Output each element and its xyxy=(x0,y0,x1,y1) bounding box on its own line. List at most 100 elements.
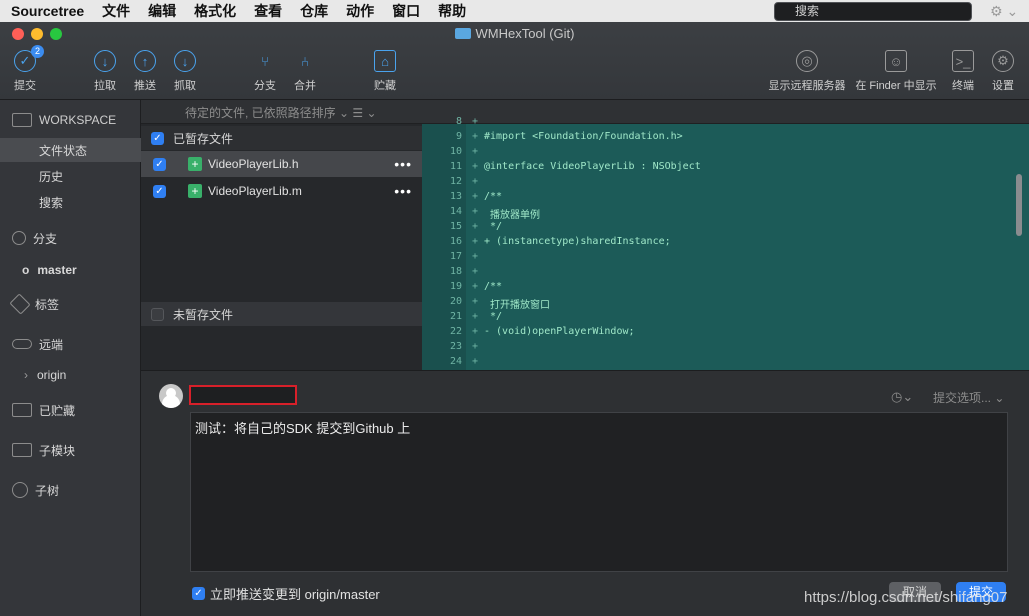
window-title-text: WMHexTool (Git) xyxy=(475,26,575,41)
sidebar-item-history[interactable]: 历史 xyxy=(0,164,141,188)
code-text: #import <Foundation/Foundation.h> xyxy=(484,131,683,142)
show-remote-label: 显示远程服务器 xyxy=(768,80,846,92)
code-text: /** xyxy=(484,281,503,292)
diff-line: 22 + - (void)openPlayerWindow; xyxy=(422,326,1017,341)
diff-marker: + xyxy=(472,356,479,367)
settings-button[interactable]: ⚙ 设置 xyxy=(979,50,1027,93)
diff-line: 24 + xyxy=(422,356,1017,371)
push-immediately-label: 立即推送变更到 origin/master xyxy=(210,587,380,602)
file-row[interactable]: ✓ + VideoPlayerLib.h ••• xyxy=(141,151,422,177)
sidebar-item-file-status[interactable]: 文件状态 xyxy=(0,138,141,162)
show-remote-button[interactable]: ◎ 显示远程服务器 xyxy=(763,50,851,93)
sidebar-item-origin[interactable]: › origin xyxy=(0,363,141,387)
sidebar-item-master[interactable]: o master xyxy=(0,258,141,282)
staged-all-checkbox[interactable]: ✓ xyxy=(151,131,164,145)
file-row[interactable]: ✓ + VideoPlayerLib.m ••• xyxy=(141,178,422,204)
diff-marker: + xyxy=(472,116,479,127)
finder-icon: ☺ xyxy=(885,50,907,72)
file-checkbox[interactable]: ✓ xyxy=(153,184,166,198)
line-number: 21 xyxy=(449,311,462,322)
gear-icon: ⚙ xyxy=(992,50,1014,72)
code-text: 播放器单例 xyxy=(484,210,541,221)
added-file-icon: + xyxy=(188,184,202,198)
menu-view[interactable]: 查看 xyxy=(245,1,291,21)
folder-icon xyxy=(454,28,471,39)
subtree-icon xyxy=(12,482,28,498)
staged-header-label: 已暂存文件 xyxy=(173,131,234,146)
sidebar-submodules[interactable]: 子模块 xyxy=(0,438,141,462)
line-number: 14 xyxy=(449,206,462,217)
show-in-finder-button[interactable]: ☺ 在 Finder 中显示 xyxy=(851,50,941,93)
gear-dropdown-icon[interactable]: ⚙ ⌄ xyxy=(990,3,1018,20)
menu-help[interactable]: 帮助 xyxy=(429,1,475,21)
fetch-button[interactable]: ↓ 抓取 xyxy=(161,50,209,93)
sidebar-item-label: 子模块 xyxy=(39,443,76,458)
history-clock-icon[interactable]: ◷⌄ xyxy=(891,389,913,405)
pull-icon: ↓ xyxy=(94,50,116,72)
diff-marker: + xyxy=(472,206,479,217)
push-immediately-checkbox[interactable]: ✓ xyxy=(192,587,205,600)
commit-label: 提交 xyxy=(14,80,36,92)
file-checkbox[interactable]: ✓ xyxy=(153,157,166,171)
diff-line: 15 + */ xyxy=(422,221,1017,236)
diff-line: 17 + xyxy=(422,251,1017,266)
diff-line: 13 + /** xyxy=(422,191,1017,206)
globe-icon: ◎ xyxy=(796,50,818,72)
menu-window[interactable]: 窗口 xyxy=(383,1,429,21)
merge-icon: ⑃ xyxy=(301,53,309,69)
line-number: 15 xyxy=(449,221,462,232)
diff-line: 19 + /** xyxy=(422,281,1017,296)
commit-options-dropdown[interactable]: 提交选项... ⌄ xyxy=(933,389,1004,406)
sidebar-workspace[interactable]: WORKSPACE xyxy=(0,108,141,132)
unstaged-all-checkbox[interactable] xyxy=(151,307,164,321)
unstaged-header[interactable]: 未暂存文件 xyxy=(141,302,422,326)
stash-icon: ⌂ xyxy=(374,50,396,72)
line-number: 18 xyxy=(449,266,462,277)
staged-header[interactable]: ✓ 已暂存文件 xyxy=(141,126,422,150)
menu-actions[interactable]: 动作 xyxy=(337,1,383,21)
commit-button[interactable]: ✓ 2 提交 xyxy=(1,45,49,93)
author-field-redacted[interactable] xyxy=(189,385,297,405)
line-number: 20 xyxy=(449,296,462,307)
file-list-pane: ✓ 已暂存文件 ✓ + VideoPlayerLib.h ••• ✓ + Vid… xyxy=(141,124,422,370)
menu-app[interactable]: Sourcetree xyxy=(0,3,93,19)
line-number: 24 xyxy=(449,356,462,367)
code-text: @interface VideoPlayerLib : NSObject xyxy=(484,161,701,172)
file-name: VideoPlayerLib.m xyxy=(208,184,302,198)
diff-marker: + xyxy=(472,221,479,232)
more-options-icon[interactable]: ••• xyxy=(394,183,412,199)
diff-line: 12 + xyxy=(422,176,1017,191)
diff-marker: + xyxy=(472,281,479,292)
commit-message-input[interactable]: 测试：将自己的SDK 提交到Github 上 xyxy=(190,412,1008,572)
code-text: - (void)openPlayerWindow; xyxy=(484,326,635,337)
sidebar-item-search[interactable]: 搜索 xyxy=(0,190,141,214)
stash-button[interactable]: ⌂ 贮藏 xyxy=(361,50,409,93)
sidebar-remotes[interactable]: 远端 xyxy=(0,332,141,356)
diff-view[interactable]: 8 +9 + #import <Foundation/Foundation.h> 10 +… xyxy=(422,116,1029,371)
menu-file[interactable]: 文件 xyxy=(93,1,139,21)
menu-edit[interactable]: 编辑 xyxy=(139,1,185,21)
merge-button[interactable]: ⑃ 合并 xyxy=(281,50,329,93)
menu-format[interactable]: 格式化 xyxy=(185,1,245,21)
sort-dropdown[interactable]: 待定的文件, 已依照路径排序 ⌄ ☰ ⌄ xyxy=(185,104,377,121)
sidebar-tags[interactable]: 标签 xyxy=(0,292,141,316)
line-number: 17 xyxy=(449,251,462,262)
diff-scrollbar[interactable] xyxy=(1016,174,1022,236)
sidebar-branches[interactable]: 分支 xyxy=(0,226,141,250)
diff-marker: + xyxy=(472,266,479,277)
search-input[interactable]: 搜索 xyxy=(774,2,972,21)
diff-line: 10 + xyxy=(422,146,1017,161)
diff-marker: + xyxy=(472,146,479,157)
line-number: 13 xyxy=(449,191,462,202)
diff-line: 18 + xyxy=(422,266,1017,281)
window-title: WMHexTool (Git) xyxy=(0,26,1029,41)
push-immediately-option[interactable]: ✓ 立即推送变更到 origin/master xyxy=(192,584,380,603)
sidebar-stashes[interactable]: 已贮藏 xyxy=(0,398,141,422)
more-options-icon[interactable]: ••• xyxy=(394,156,412,172)
sidebar-subtrees[interactable]: 子树 xyxy=(0,478,141,502)
menu-repo[interactable]: 仓库 xyxy=(291,1,337,21)
code-text: */ xyxy=(484,311,503,322)
line-number: 12 xyxy=(449,176,462,187)
diff-marker: + xyxy=(472,131,479,142)
branch-icon xyxy=(12,231,26,245)
